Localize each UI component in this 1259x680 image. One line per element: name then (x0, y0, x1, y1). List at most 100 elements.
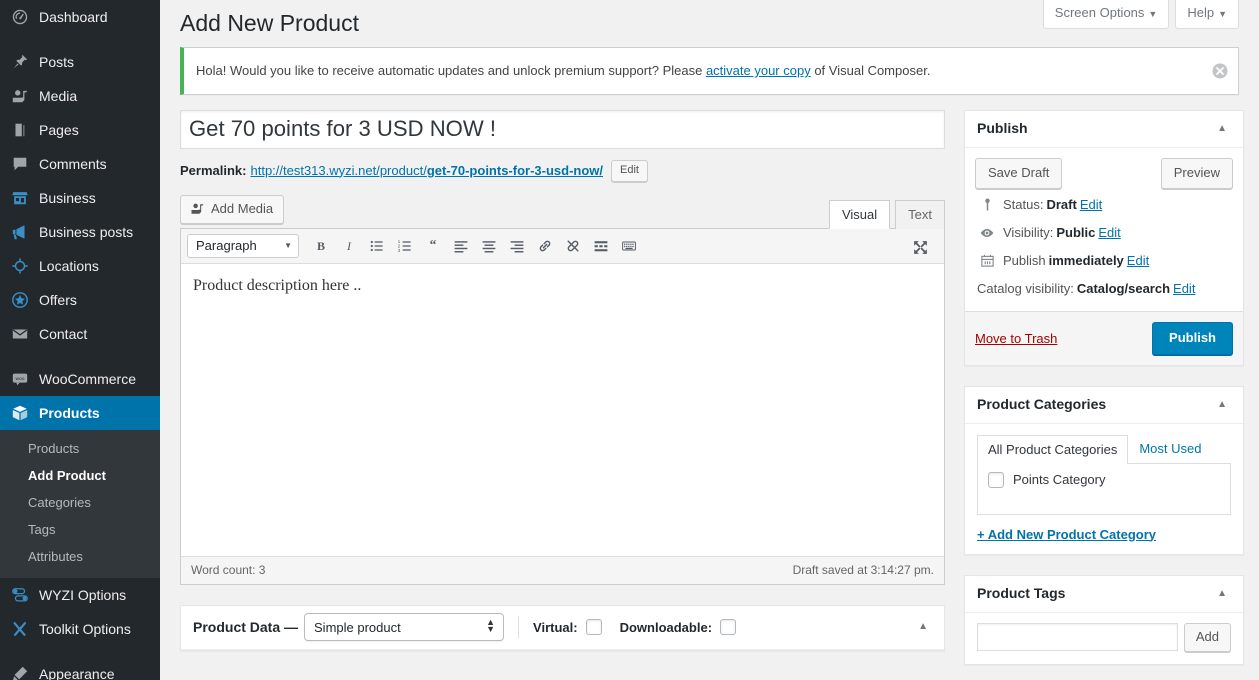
move-to-trash-link[interactable]: Move to Trash (975, 331, 1057, 346)
target-icon (10, 256, 30, 276)
permalink-row: Permalink: http://test313.wyzi.net/produ… (180, 149, 945, 187)
add-tag-button[interactable]: Add (1184, 623, 1231, 652)
edit-status-link[interactable]: Edit (1080, 195, 1102, 215)
edit-visibility-link[interactable]: Edit (1098, 223, 1120, 243)
add-new-product-category-link[interactable]: + Add New Product Category (977, 527, 1156, 542)
sidebar-item-toolkit-options[interactable]: Toolkit Options (0, 612, 160, 646)
activate-copy-link[interactable]: activate your copy (706, 63, 811, 78)
title-area (180, 110, 945, 149)
admin-notice: Hola! Would you like to receive automati… (180, 47, 1239, 95)
submenu-item-products[interactable]: Products (0, 435, 160, 462)
product-categories-title: Product Categories (977, 395, 1106, 415)
products-submenu: Products Add Product Categories Tags Att… (0, 430, 160, 578)
submenu-item-categories[interactable]: Categories (0, 489, 160, 516)
permalink-slug: get-70-points-for-3-usd-now/ (427, 163, 603, 178)
screen-options-button[interactable]: Screen Options▼ (1043, 0, 1170, 29)
align-left-icon[interactable] (447, 233, 475, 259)
sidebar-item-media[interactable]: Media (0, 79, 160, 113)
sidebar-item-posts[interactable]: Posts (0, 45, 160, 79)
toggle-panel-icon[interactable]: ▲ (914, 618, 932, 636)
add-media-button[interactable]: Add Media (180, 195, 284, 224)
sidebar-item-locations[interactable]: Locations (0, 249, 160, 283)
sidebar-item-label: Locations (39, 258, 99, 274)
toggle-panel-icon[interactable]: ▲ (1213, 396, 1231, 414)
blockquote-icon[interactable]: “ (419, 233, 447, 259)
tab-most-used[interactable]: Most Used (1128, 434, 1212, 463)
sidebar-item-pages[interactable]: Pages (0, 113, 160, 147)
product-type-value: Simple product (314, 620, 401, 635)
sidebar-item-wyzi-options[interactable]: WYZI Options (0, 578, 160, 612)
submenu-item-attributes[interactable]: Attributes (0, 543, 160, 570)
distraction-free-icon[interactable] (906, 235, 934, 261)
svg-text:woo: woo (15, 377, 24, 382)
category-checkbox[interactable] (988, 472, 1004, 488)
link-icon[interactable] (531, 233, 559, 259)
notice-text-before: Hola! Would you like to receive automati… (196, 63, 706, 78)
sidebar-item-appearance[interactable]: Appearance (0, 657, 160, 680)
insert-more-icon[interactable] (587, 233, 615, 259)
product-categories-header: Product Categories ▲ (965, 387, 1243, 424)
product-tags-inside: Add (965, 613, 1243, 664)
sidebar-item-offers[interactable]: Offers (0, 283, 160, 317)
sidebar-item-contact[interactable]: Contact (0, 317, 160, 351)
publish-box-header: Publish ▲ (965, 111, 1243, 148)
bold-icon[interactable]: B (307, 233, 335, 259)
category-tabs: All Product Categories Most Used (977, 434, 1231, 463)
status-label: Status: (1003, 195, 1043, 215)
toggle-panel-icon[interactable]: ▲ (1213, 585, 1231, 603)
downloadable-label: Downloadable: (620, 620, 712, 635)
post-sidebar: Publish ▲ Save Draft Preview (964, 110, 1244, 680)
category-label: Points Category (1013, 472, 1106, 487)
sidebar-item-label: Pages (39, 122, 79, 138)
tab-all-product-categories[interactable]: All Product Categories (977, 435, 1128, 464)
align-center-icon[interactable] (475, 233, 503, 259)
edit-publish-date-link[interactable]: Edit (1127, 251, 1149, 271)
downloadable-checkbox[interactable] (720, 619, 736, 635)
close-icon[interactable] (1210, 61, 1230, 81)
virtual-checkbox[interactable] (586, 619, 602, 635)
woocommerce-icon: woo (10, 369, 30, 389)
help-button[interactable]: Help▼ (1175, 0, 1239, 29)
minor-publishing-actions: Save Draft Preview Status: Draft Edit (965, 148, 1243, 312)
unlink-icon[interactable] (559, 233, 587, 259)
comments-icon (10, 154, 30, 174)
star-badge-icon (10, 290, 30, 310)
product-type-select[interactable]: Simple product ▲▼ (304, 613, 504, 641)
tab-visual[interactable]: Visual (829, 200, 890, 229)
numbered-list-icon[interactable]: 123 (391, 233, 419, 259)
sidebar-item-comments[interactable]: Comments (0, 147, 160, 181)
edit-form-columns: Permalink: http://test313.wyzi.net/produ… (180, 110, 1239, 680)
visibility-row: Visibility: Public Edit (975, 217, 1233, 245)
editor-content[interactable]: Product description here .. (181, 264, 944, 556)
sidebar-item-products[interactable]: Products (0, 396, 160, 430)
preview-button[interactable]: Preview (1161, 158, 1233, 189)
toolbar-toggle-icon[interactable] (615, 233, 643, 259)
sidebar-item-business[interactable]: Business (0, 181, 160, 215)
permalink-base: http://test313.wyzi.net/product/ (250, 163, 426, 178)
save-draft-button[interactable]: Save Draft (975, 158, 1062, 189)
product-data-title: Product Data — (193, 619, 298, 635)
editor-toolbar: Paragraph ▼ B I (181, 229, 944, 264)
edit-permalink-button[interactable]: Edit (611, 160, 648, 182)
list-item[interactable]: Points Category (988, 472, 1220, 488)
tag-input[interactable] (977, 623, 1178, 651)
italic-icon[interactable]: I (335, 233, 363, 259)
sidebar-item-woocommerce[interactable]: woo WooCommerce (0, 362, 160, 396)
align-right-icon[interactable] (503, 233, 531, 259)
sidebar-item-dashboard[interactable]: Dashboard (0, 0, 160, 34)
product-tags-header: Product Tags ▲ (965, 576, 1243, 613)
permalink-link[interactable]: http://test313.wyzi.net/product/get-70-p… (250, 159, 603, 183)
paragraph-format-select[interactable]: Paragraph ▼ (187, 234, 299, 258)
catalog-value: Catalog/search (1077, 279, 1170, 299)
edit-catalog-visibility-link[interactable]: Edit (1173, 279, 1195, 299)
tab-text[interactable]: Text (895, 200, 945, 229)
content-editor: Add Media Visual Text Paragraph ▼ (180, 193, 945, 585)
submenu-item-tags[interactable]: Tags (0, 516, 160, 543)
publish-button[interactable]: Publish (1152, 322, 1233, 355)
toggle-panel-icon[interactable]: ▲ (1213, 120, 1231, 138)
sidebar-item-label: Comments (39, 156, 107, 172)
submenu-item-add-product[interactable]: Add Product (0, 462, 160, 489)
post-title-input[interactable] (180, 110, 945, 149)
bulleted-list-icon[interactable] (363, 233, 391, 259)
sidebar-item-business-posts[interactable]: Business posts (0, 215, 160, 249)
